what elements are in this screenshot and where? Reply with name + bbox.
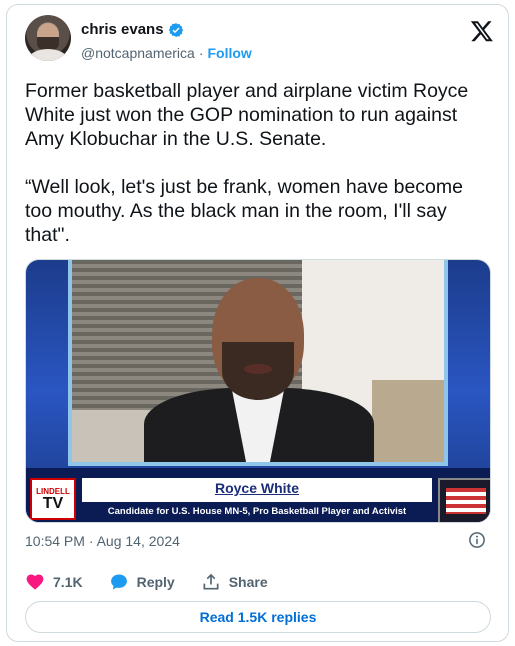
avatar[interactable] [25,15,71,61]
reply-button[interactable]: Reply [109,572,175,592]
read-replies-button[interactable]: Read 1.5K replies [25,601,491,633]
info-icon[interactable] [468,531,486,549]
reply-bubble-icon [110,574,127,590]
tweet-card: chris evans @notcapnamerica · Follow For… [6,4,509,642]
share-label: Share [228,574,268,590]
heart-icon [26,574,44,590]
author-name-row: chris evans [81,21,184,38]
video-frame [68,260,448,466]
action-bar: 7.1K Reply Share [25,571,294,593]
lower-third-emblem [438,478,490,522]
verified-badge-icon [168,22,183,37]
separator-dot: · [198,45,204,61]
display-name[interactable]: chris evans [81,21,164,38]
tweet-video[interactable]: LINDELL TV Royce White Candidate for U.S… [25,259,491,523]
follow-button[interactable]: Follow [208,45,252,61]
share-button[interactable]: Share [201,572,268,592]
lower-third-name: Royce White [214,480,299,496]
channel-logo: LINDELL TV [30,478,76,520]
author-handle[interactable]: @notcapnamerica [81,45,195,61]
share-icon [203,573,219,590]
video-lower-third: LINDELL TV Royce White Candidate for U.S… [26,468,490,522]
tweet-timestamp[interactable]: 10:54 PM · Aug 14, 2024 [25,533,180,549]
lower-third-caption: Candidate for U.S. House MN-5, Pro Baske… [107,506,407,517]
reply-label: Reply [136,574,175,590]
x-logo-icon[interactable] [470,19,494,43]
like-count: 7.1K [53,574,83,590]
handle-row: @notcapnamerica · Follow [81,45,252,61]
like-button[interactable]: 7.1K [25,572,83,592]
tweet-text: Former basketball player and airplane vi… [25,80,469,246]
